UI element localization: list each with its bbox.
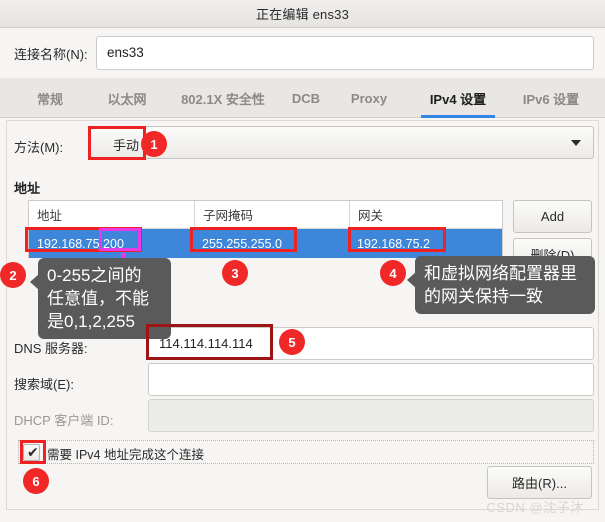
- column-header-netmask[interactable]: 子网掩码: [194, 201, 349, 228]
- connection-name-input[interactable]: ens33: [96, 36, 594, 70]
- annotation-badge-2: 2: [0, 262, 26, 288]
- highlight-gateway-cell: [348, 227, 446, 252]
- chevron-down-icon: [571, 140, 581, 146]
- tooltip-tail: [30, 274, 39, 290]
- annotation-badge-2-label: 2: [9, 267, 17, 283]
- annotation-badge-3: 3: [222, 260, 248, 286]
- connection-name-label: 连接名称(N):: [14, 47, 88, 62]
- annotation-badge-6: 6: [23, 468, 49, 494]
- tab-ipv6-settings[interactable]: IPv6 设置: [508, 78, 594, 118]
- column-header-gateway[interactable]: 网关: [349, 201, 502, 228]
- csdn-watermark: CSDN @沈子沐: [486, 500, 584, 515]
- tooltip-tail-2: [407, 272, 416, 288]
- method-label: 方法(M):: [14, 140, 64, 155]
- tooltip-gateway: 和虚拟网络配置器里 的网关保持一致: [407, 256, 595, 314]
- tab-general[interactable]: 常规: [14, 78, 86, 118]
- tooltip-line-1: 0-255之间的: [47, 266, 142, 285]
- column-header-address[interactable]: 地址: [29, 201, 194, 228]
- tab-ethernet[interactable]: 以太网: [86, 78, 168, 118]
- network-connection-editor-window: 正在编辑 ens33 连接名称(N): ens33 常规 以太网 802.1X …: [0, 0, 605, 522]
- require-ipv4-label: 需要 IPv4 地址完成这个连接: [47, 448, 204, 462]
- dhcp-client-id-label: DHCP 客户端 ID:: [14, 413, 114, 428]
- tooltip-right-line-1: 和虚拟网络配置器里: [424, 264, 577, 283]
- dhcp-client-id-input: [148, 399, 594, 432]
- highlight-dns-value: [146, 324, 273, 360]
- tab-proxy[interactable]: Proxy: [334, 78, 404, 118]
- search-domains-input[interactable]: [148, 363, 594, 396]
- tab-dcb[interactable]: DCB: [278, 78, 334, 118]
- tab-8021x-security[interactable]: 802.1X 安全性: [168, 78, 278, 118]
- highlight-method-value: [88, 126, 146, 160]
- highlight-require-ipv4-checkbox: [20, 440, 46, 464]
- addresses-table-header: 地址 子网掩码 网关: [29, 201, 502, 229]
- connection-name-value: ens33: [107, 45, 144, 60]
- addresses-section-title: 地址: [14, 181, 41, 196]
- dns-servers-label: DNS 服务器:: [14, 341, 88, 356]
- add-address-button[interactable]: Add: [513, 200, 592, 233]
- tab-ipv4-settings[interactable]: IPv4 设置: [415, 78, 501, 118]
- annotation-badge-5: 5: [279, 329, 305, 355]
- connection-name-row: 连接名称(N): ens33: [0, 28, 605, 78]
- search-domains-label: 搜索域(E):: [14, 377, 74, 392]
- highlight-address-host-octet: [99, 228, 141, 251]
- tooltip-line-2: 任意值，不能: [47, 289, 149, 308]
- tooltip-right-line-2: 的网关保持一致: [424, 287, 543, 306]
- settings-tabbar: 常规 以太网 802.1X 安全性 DCB Proxy IPv4 设置 IPv6…: [0, 78, 605, 118]
- require-ipv4-row[interactable]: ✔ 需要 IPv4 地址完成这个连接: [18, 440, 594, 464]
- tooltip-line-3: 是0,1,2,255: [47, 312, 135, 331]
- window-titlebar: 正在编辑 ens33: [0, 0, 605, 28]
- highlight-netmask-cell: [190, 227, 297, 252]
- window-title: 正在编辑 ens33: [255, 7, 350, 22]
- annotation-badge-1: 1: [141, 131, 167, 157]
- routes-button[interactable]: 路由(R)...: [487, 466, 592, 499]
- annotation-badge-4: 4: [380, 260, 406, 286]
